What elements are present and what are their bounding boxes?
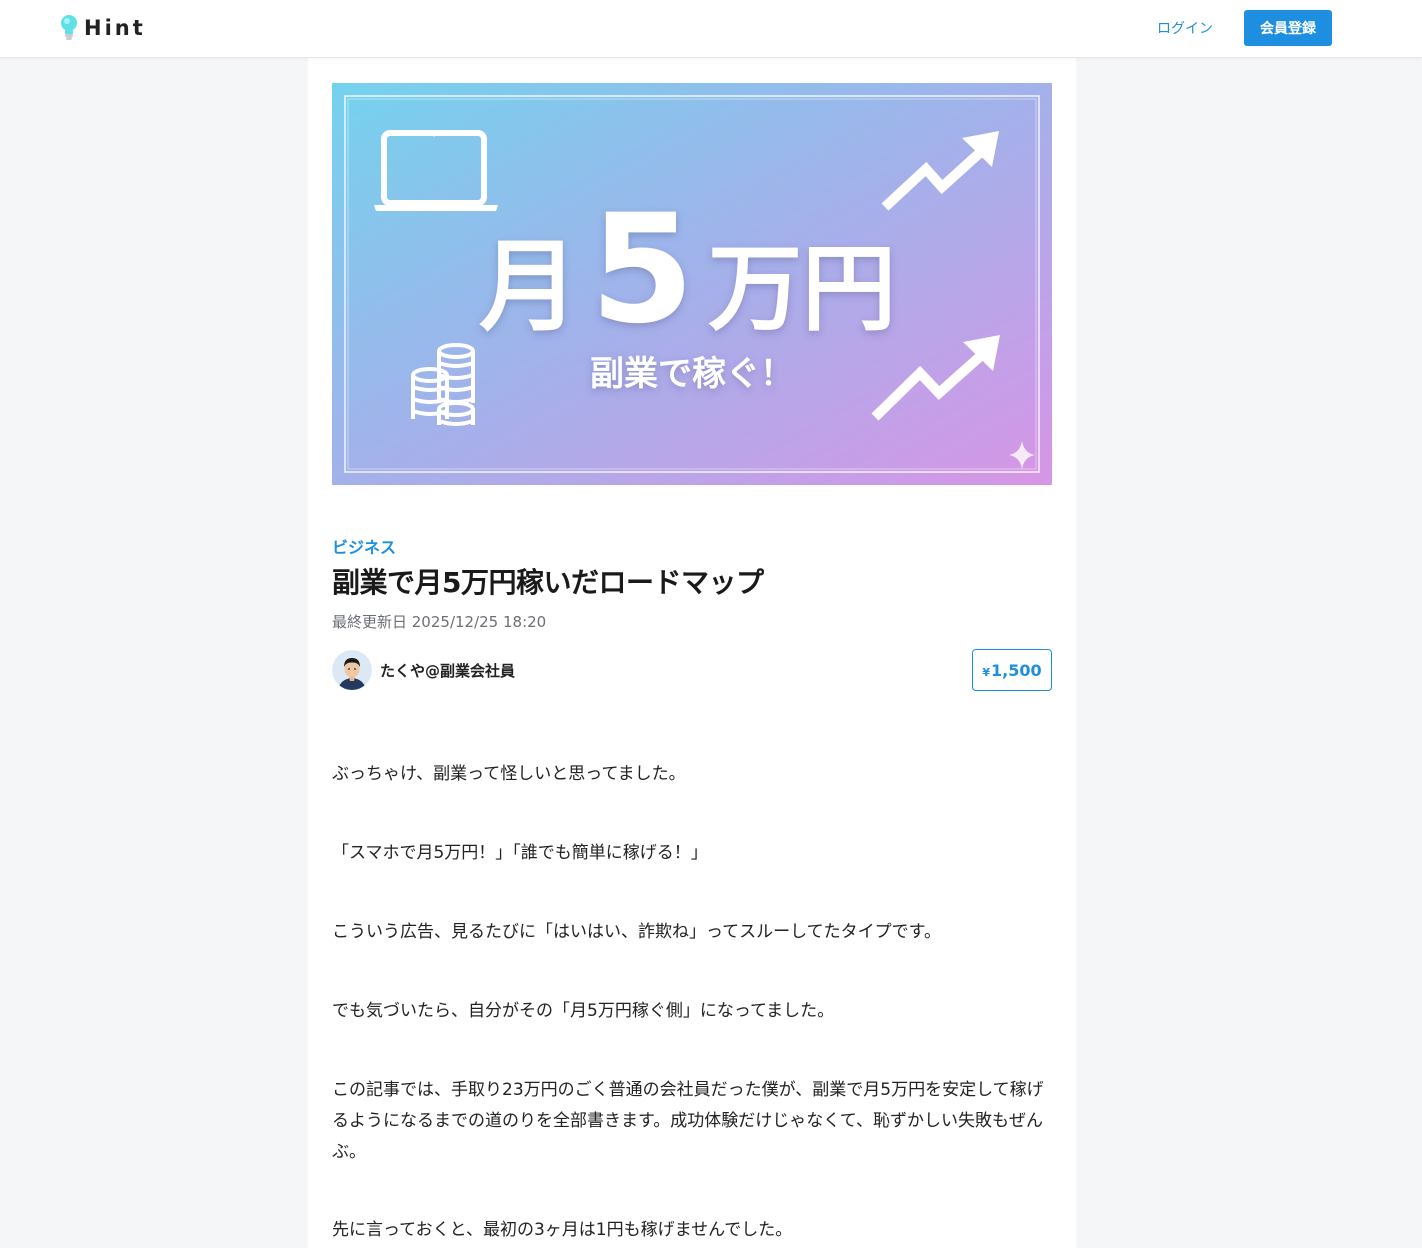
logo-text: Hint bbox=[84, 16, 146, 40]
body-paragraph: でも気づいたら、自分がその「月5万円稼ぐ側」になってました。 bbox=[332, 1001, 835, 1021]
hero-headline-number: 5 bbox=[590, 183, 694, 357]
lightbulb-icon bbox=[61, 15, 77, 40]
author-link[interactable]: たくや@副業会社員 bbox=[332, 650, 515, 690]
author-name: たくや@副業会社員 bbox=[380, 661, 516, 680]
hero-subtitle: 副業で稼ぐ！ bbox=[590, 354, 794, 394]
last-updated: 最終更新日 2025/12/25 18:20 bbox=[332, 613, 547, 631]
author-avatar bbox=[332, 650, 372, 690]
login-link[interactable]: ログイン bbox=[1157, 18, 1213, 38]
category-link[interactable]: ビジネス bbox=[332, 534, 396, 558]
article-title: 副業で月5万円稼いだロードマップ bbox=[332, 566, 764, 599]
hero-headline-unit: 万円 bbox=[708, 235, 896, 344]
hero-image: 月 5 万円 副業で稼ぐ！ bbox=[332, 83, 1052, 485]
purchase-price-button[interactable]: ¥1,500 bbox=[972, 649, 1052, 691]
price-value: 1,500 bbox=[991, 660, 1042, 680]
body-paragraph: 先に言っておくと、最初の3ヶ月は1円も稼げませんでした。 bbox=[332, 1220, 793, 1240]
body-paragraph: こういう広告、見るたびに「はいはい、詐欺ね」ってスルーしてたタイプです。 bbox=[332, 922, 941, 942]
site-header: Hint ログイン 会員登録 bbox=[0, 0, 1422, 58]
hero-headline-month: 月 bbox=[479, 228, 579, 345]
article-container: 月 5 万円 副業で稼ぐ！ ビジネス 副業で月5万円稼いだロードマップ 最終更新… bbox=[308, 58, 1076, 1248]
signup-button[interactable]: 会員登録 bbox=[1244, 10, 1332, 46]
body-paragraph: 「スマホで月5万円！」「誰でも簡単に稼げる！」 bbox=[332, 843, 708, 863]
body-paragraph: この記事では、手取り23万円のごく普通の会社員だった僕が、副業で月5万円を安定し… bbox=[332, 1080, 1044, 1162]
site-logo[interactable]: Hint bbox=[60, 13, 146, 43]
currency-symbol: ¥ bbox=[982, 665, 991, 679]
body-paragraph: ぶっちゃけ、副業って怪しいと思ってました。 bbox=[332, 764, 686, 784]
